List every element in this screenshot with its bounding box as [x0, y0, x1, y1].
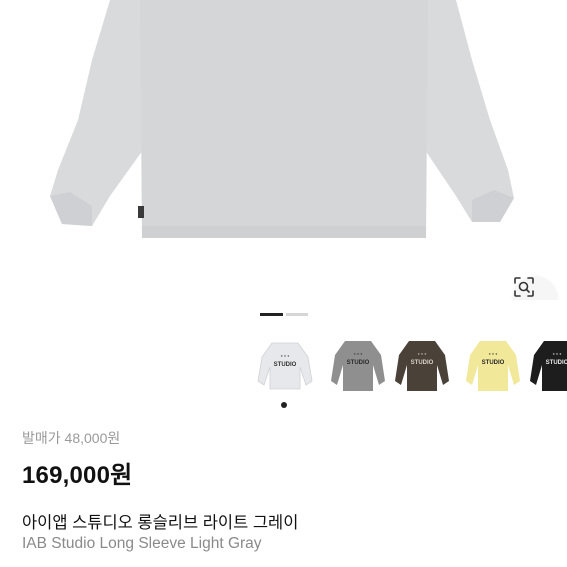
svg-text:STUDIO: STUDIO — [347, 360, 370, 366]
brown-longsleeve-thumbnail[interactable]: * * * STUDIO — [391, 333, 453, 395]
color-thumbnail-strip: * * * STUDIO * * * STUDIO * * * STUDIO *… — [0, 333, 567, 403]
svg-text:STUDIO: STUDIO — [274, 362, 297, 368]
svg-text:* * *: * * * — [489, 353, 498, 359]
side-label-tag — [138, 206, 144, 218]
image-search-icon — [514, 277, 534, 297]
svg-text:* * *: * * * — [281, 355, 290, 361]
shirt-body — [140, 0, 428, 238]
left-sleeve — [50, 0, 143, 226]
yellow-longsleeve-thumbnail[interactable]: * * * STUDIO — [462, 333, 524, 395]
product-image[interactable] — [0, 0, 567, 300]
product-title-english: IAB Studio Long Sleeve Light Gray — [22, 535, 262, 552]
product-title-korean: 아이앱 스튜디오 롱슬리브 라이트 그레이 — [22, 514, 299, 532]
black-longsleeve-thumbnail[interactable]: * * * STUDIO — [526, 333, 567, 395]
svg-text:* * *: * * * — [354, 353, 363, 359]
svg-text:* * *: * * * — [418, 353, 427, 359]
selected-thumbnail-indicator — [281, 402, 287, 408]
svg-text:STUDIO: STUDIO — [482, 360, 505, 366]
original-price: 발매가 48,000원 — [22, 430, 121, 446]
shirt-hem — [142, 226, 426, 238]
current-price: 169,000원 — [22, 462, 133, 489]
svg-text:STUDIO: STUDIO — [411, 360, 434, 366]
gray-longsleeve-thumbnail[interactable]: * * * STUDIO — [327, 333, 389, 395]
light-gray-longsleeve-thumbnail[interactable]: * * * STUDIO — [254, 333, 316, 395]
image-pager-active[interactable] — [260, 313, 283, 316]
right-sleeve — [425, 0, 514, 222]
svg-text:* * *: * * * — [553, 353, 562, 359]
svg-text:STUDIO: STUDIO — [546, 360, 567, 366]
longsleeve-shirt-photo — [50, 0, 514, 238]
image-pager-inactive[interactable] — [286, 313, 308, 316]
